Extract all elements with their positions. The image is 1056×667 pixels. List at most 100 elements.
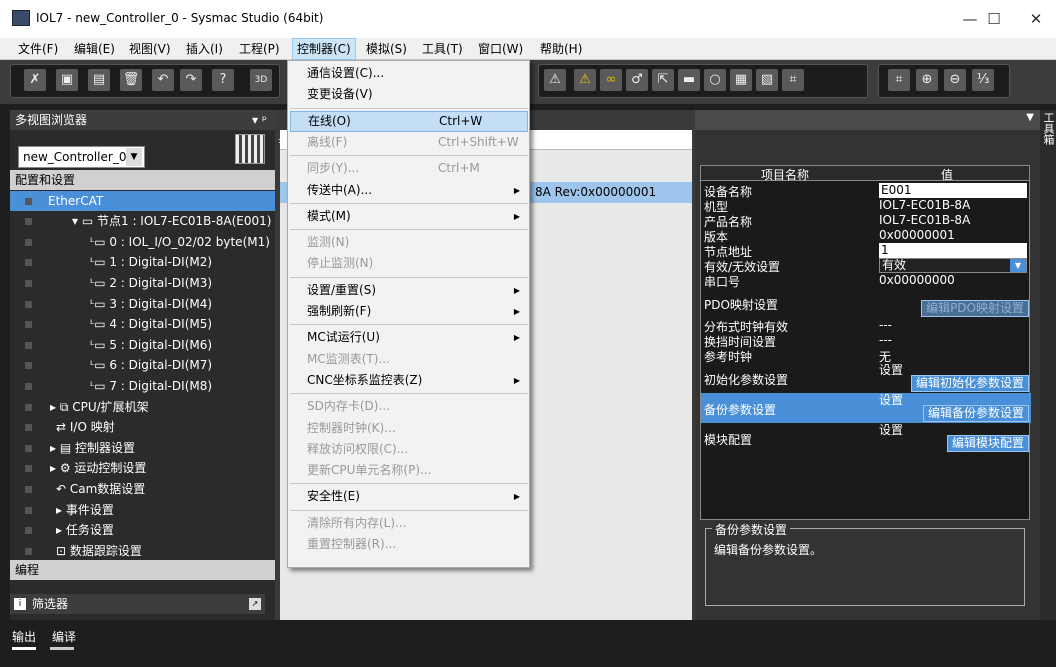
menu-item[interactable]: MC试运行(U) ▶ — [290, 327, 528, 348]
tree-item[interactable]: ᴸ▭ 5 : Digital-DI(M6) — [10, 335, 275, 355]
property-row[interactable]: 节点地址 1 — [701, 243, 1031, 259]
menu-item[interactable]: 通信设置(C)... — [290, 63, 528, 84]
menu-item[interactable]: 重置控制器(R)... — [290, 534, 528, 555]
tree-item[interactable]: ⇄ I/O 映射 — [10, 417, 275, 437]
menu-item[interactable]: 清除所有内存(L)... — [290, 513, 528, 534]
transfer-icon[interactable]: ⚠ — [544, 69, 566, 91]
undo-icon[interactable]: ↶ — [152, 69, 174, 91]
menu-insert[interactable]: 插入(I) — [182, 38, 227, 60]
tree-item[interactable]: ᴸ▭ 7 : Digital-DI(M8) — [10, 376, 275, 396]
property-row[interactable]: 初始化参数设置 设置 编辑初始化参数设置 — [701, 363, 1031, 393]
menu-item[interactable]: 传送中(A)... ▶ — [290, 180, 528, 201]
property-row[interactable]: 换挡时间设置 --- — [701, 333, 1031, 349]
menu-simulation[interactable]: 模拟(S) — [362, 38, 411, 60]
zoom-in-icon[interactable]: ⊕ — [916, 69, 938, 91]
edit-settings-button[interactable]: 编辑模块配置 — [946, 435, 1029, 452]
property-input[interactable]: 1 — [879, 243, 1027, 258]
compare-icon[interactable]: ▧ — [756, 69, 778, 91]
paste-icon[interactable]: ▤ — [88, 69, 110, 91]
menu-item[interactable]: 变更设备(V) — [290, 84, 528, 105]
menu-item[interactable]: 设置/重置(S) ▶ — [290, 280, 528, 301]
toolbox-tab[interactable]: 工具箱 — [1040, 110, 1056, 620]
output-tab[interactable]: 输出 — [12, 628, 36, 645]
tree-item[interactable]: ▸ 任务设置 — [10, 520, 275, 540]
tree-item[interactable]: ᴸ▭ 2 : Digital-DI(M3) — [10, 273, 275, 293]
menu-item[interactable]: 同步(Y)... Ctrl+M — [290, 158, 528, 179]
property-select[interactable]: 有效 ▼ — [879, 258, 1027, 273]
pin-icon[interactable]: ▾ ᵖ — [252, 110, 267, 130]
tree-item[interactable]: ᴸ▭ 1 : Digital-DI(M2) — [10, 252, 275, 272]
menu-item[interactable]: 更新CPU单元名称(P)... — [290, 460, 528, 481]
menu-item[interactable]: 模式(M) ▶ — [290, 206, 528, 227]
menu-item[interactable]: 强制刷新(F) ▶ — [290, 301, 528, 322]
property-row[interactable]: 参考时钟无 — [701, 348, 1031, 364]
filter-bar[interactable]: i 筛选器 ↗ — [10, 594, 265, 614]
link-icon[interactable]: ♂ — [626, 69, 648, 91]
edit-settings-button[interactable]: 编辑PDO映射设置 — [921, 300, 1029, 317]
menu-window[interactable]: 窗口(W) — [474, 38, 527, 60]
property-row[interactable]: 机型 IOL7-EC01B-8A — [701, 198, 1031, 214]
delete-icon[interactable]: 🗑 — [120, 69, 142, 91]
menu-help[interactable]: 帮助(H) — [536, 38, 586, 60]
close-button[interactable]: ✕ — [1016, 6, 1056, 32]
menu-controller[interactable]: 控制器(C) — [292, 38, 356, 60]
property-row[interactable]: PDO映射设置 编辑PDO映射设置 — [701, 288, 1031, 318]
tree-item[interactable]: ▾ ▭ 节点1 : IOL7-EC01B-8A(E001) — [10, 211, 275, 231]
force-off-icon[interactable]: ○ — [704, 69, 726, 91]
property-row[interactable]: 模块配置 设置 编辑模块配置 — [701, 423, 1031, 453]
tree-item[interactable]: ↶ Cam数据设置 — [10, 479, 275, 499]
tree-item[interactable]: ᴸ▭ 3 : Digital-DI(M4) — [10, 294, 275, 314]
menu-tools[interactable]: 工具(T) — [418, 38, 467, 60]
menu-item[interactable]: 停止监测(N) — [290, 253, 528, 274]
property-row[interactable]: 分布式时钟有效 --- — [701, 318, 1031, 334]
network-icon[interactable]: ⌗ — [782, 69, 804, 91]
scale-icon[interactable]: ⅓ — [972, 69, 994, 91]
tree-item[interactable]: 配置和设置 — [10, 170, 275, 190]
menu-view[interactable]: 视图(V) — [125, 38, 175, 60]
tree-item[interactable]: ⊡ 数据跟踪设置 — [10, 541, 275, 561]
property-row[interactable]: 产品名称 IOL7-EC01B-8A — [701, 213, 1031, 229]
menu-item[interactable]: MC监测表(T)... — [290, 349, 528, 370]
warning-alt-icon[interactable]: ∞ — [600, 69, 622, 91]
maximize-button[interactable]: ☐ — [974, 6, 1014, 32]
edit-settings-button[interactable]: 编辑初始化参数设置 — [910, 375, 1029, 392]
chevron-down-icon[interactable]: ▼ — [1026, 112, 1034, 123]
tree-item[interactable]: ▸ 事件设置 — [10, 500, 275, 520]
property-row[interactable]: 串口号 0x00000000 — [701, 273, 1031, 289]
cycle-icon[interactable]: ▦ — [730, 69, 752, 91]
warning-icon[interactable]: ⚠ — [574, 69, 596, 91]
cut-icon[interactable]: ✗ — [24, 69, 46, 91]
menu-item[interactable]: 离线(F) Ctrl+Shift+W — [290, 132, 528, 153]
menu-item[interactable]: 监测(N) — [290, 232, 528, 253]
monitor-icon[interactable]: ⇱ — [652, 69, 674, 91]
menu-item[interactable]: 控制器时钟(K)... — [290, 418, 528, 439]
menu-edit[interactable]: 编辑(E) — [70, 38, 119, 60]
help-icon[interactable]: ? — [212, 69, 234, 91]
copy-icon[interactable]: ▣ — [56, 69, 78, 91]
menu-item[interactable]: 安全性(E) ▶ — [290, 486, 528, 507]
menu-item[interactable]: 在线(O) Ctrl+W — [290, 110, 528, 132]
tree-item[interactable]: EtherCAT — [10, 190, 275, 211]
controller-select[interactable]: new_Controller_0 ▼ — [18, 146, 145, 168]
tree-item[interactable]: ▸ ▤ 控制器设置 — [10, 438, 275, 458]
tree-item[interactable]: ᴸ▭ 0 : IOL_I/O_02/02 byte(M1) — [10, 232, 275, 252]
menu-item[interactable]: CNC坐标系监控表(Z) ▶ — [290, 370, 528, 391]
tree-item[interactable]: ▸ ⚙ 运动控制设置 — [10, 458, 275, 478]
tree-item[interactable]: 编程 — [10, 560, 275, 580]
force-icon[interactable]: ▬ — [678, 69, 700, 91]
edit-settings-button[interactable]: 编辑备份参数设置 — [922, 405, 1029, 422]
tree-item[interactable]: ᴸ▭ 4 : Digital-DI(M5) — [10, 314, 275, 334]
fit-icon[interactable]: ⌗ — [888, 69, 910, 91]
menu-file[interactable]: 文件(F) — [14, 38, 62, 60]
zoom-out-icon[interactable]: ⊖ — [944, 69, 966, 91]
tree-item[interactable]: ᴸ▭ 6 : Digital-DI(M7) — [10, 355, 275, 375]
property-row[interactable]: 设备名称 E001 — [701, 183, 1031, 199]
property-row[interactable]: 备份参数设置 设置 编辑备份参数设置 — [701, 393, 1031, 423]
compile-tab[interactable]: 编译 — [52, 628, 76, 645]
tree-item[interactable]: ▸ ⧉ CPU/扩展机架 — [10, 397, 275, 417]
menu-item[interactable]: SD内存卡(D)... — [290, 396, 528, 417]
property-input[interactable]: E001 — [879, 183, 1027, 198]
redo-icon[interactable]: ↷ — [180, 69, 202, 91]
property-row[interactable]: 有效/无效设置 有效 ▼ — [701, 258, 1031, 274]
menu-item[interactable]: 释放访问权限(C)... — [290, 439, 528, 460]
